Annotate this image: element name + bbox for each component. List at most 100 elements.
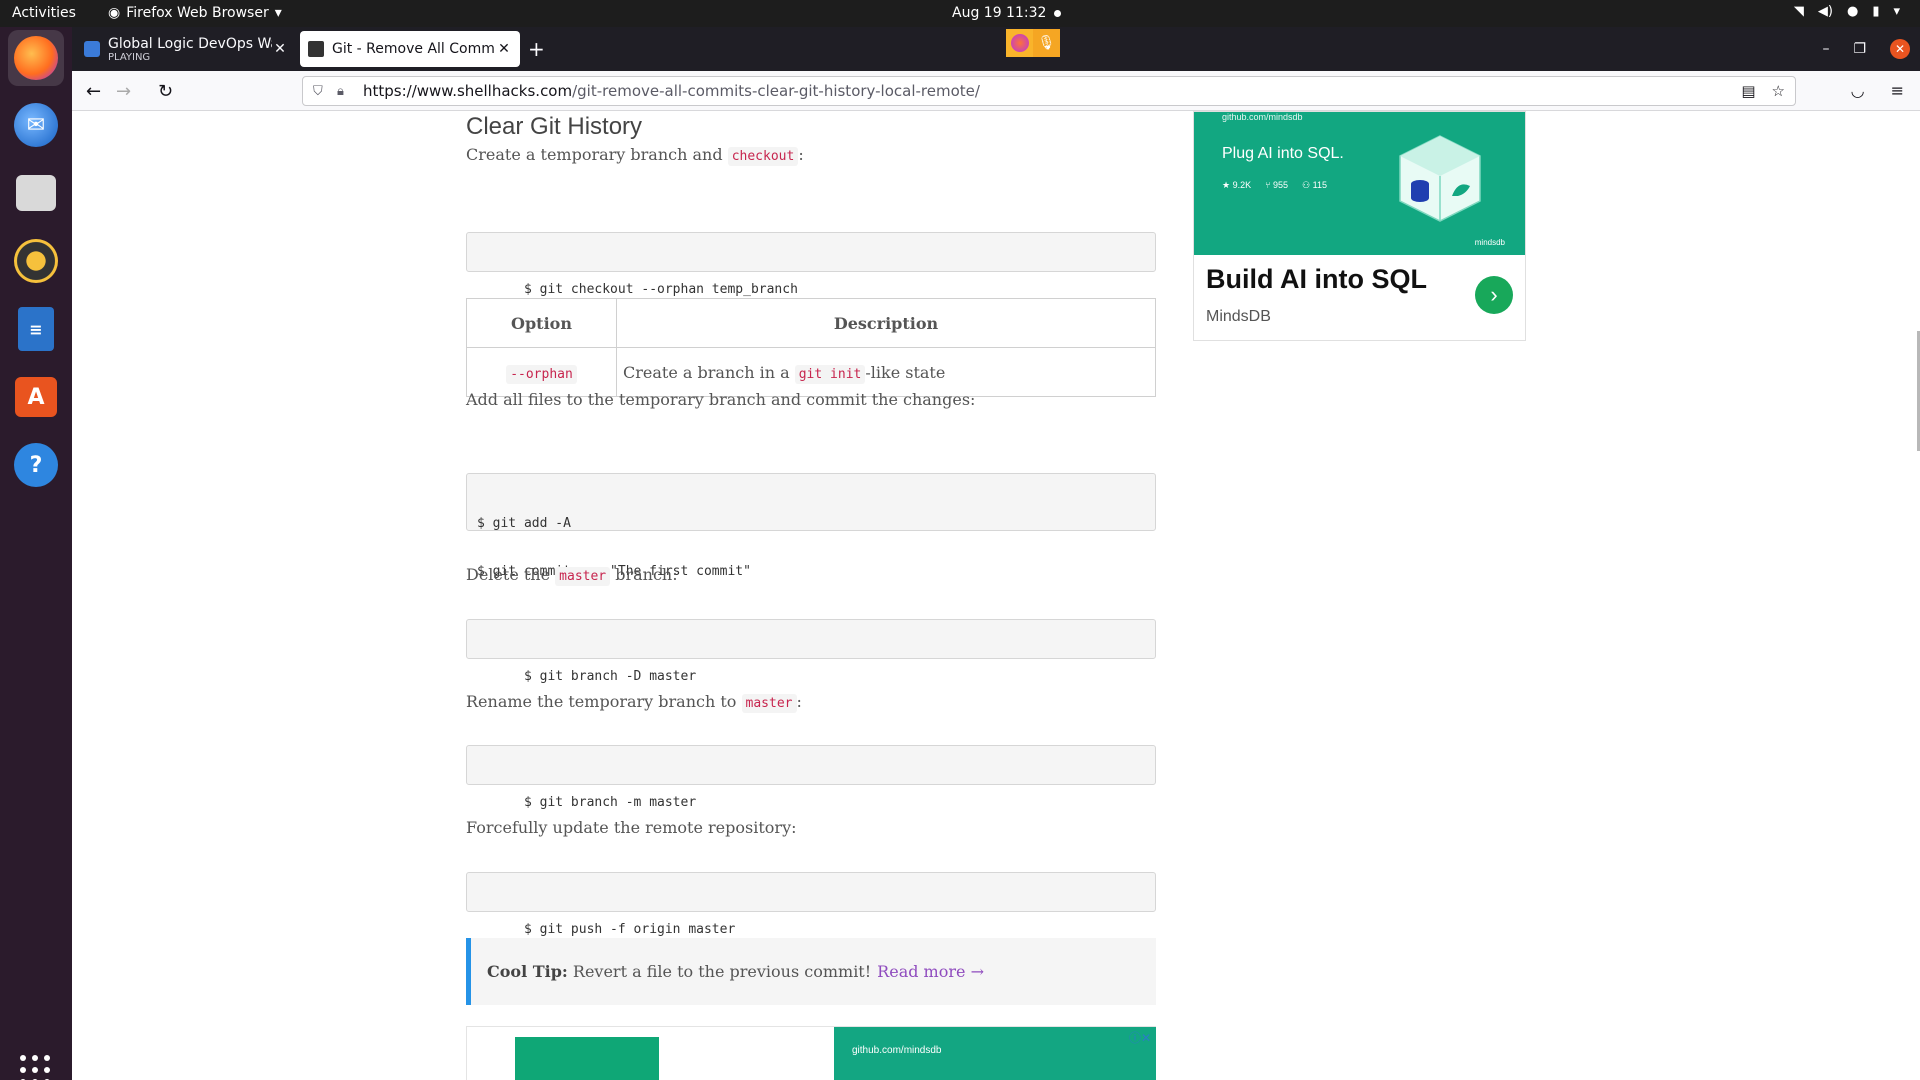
dock-writer[interactable]: ≡ bbox=[8, 301, 64, 357]
chevron-right-icon[interactable]: › bbox=[1475, 276, 1513, 314]
text: : bbox=[796, 692, 802, 711]
option-code: --orphan bbox=[506, 364, 577, 384]
new-tab-button[interactable]: + bbox=[528, 37, 545, 61]
tab-git-remove[interactable]: Git - Remove All Commits ✕ bbox=[300, 31, 520, 67]
tab-title: Global Logic DevOps Wa bbox=[108, 35, 272, 52]
audio-playing-icon bbox=[84, 41, 100, 57]
app-menu[interactable]: ◉ Firefox Web Browser ▾ bbox=[108, 5, 282, 21]
text: Delete the bbox=[466, 565, 551, 584]
dock-firefox[interactable] bbox=[8, 30, 64, 86]
shellhacks-favicon bbox=[308, 41, 324, 57]
page-viewport: Clear Git History Create a temporary bra… bbox=[72, 111, 1920, 1080]
url-bar[interactable]: ⛉ 🔒︎ https://www.shellhacks.com/git-remo… bbox=[302, 76, 1796, 106]
sidebar-ad[interactable]: github.com/mindsdb Plug AI into SQL. ★ 9… bbox=[1193, 111, 1526, 341]
hamburger-menu-icon[interactable]: ≡ bbox=[1891, 81, 1904, 100]
read-more-link[interactable]: Read more → bbox=[877, 962, 984, 981]
cool-tip-box: Cool Tip: Revert a file to the previous … bbox=[466, 938, 1156, 1005]
help-icon: ? bbox=[14, 443, 58, 487]
reload-icon[interactable]: ↻ bbox=[158, 81, 173, 102]
section-heading: Clear Git History bbox=[466, 113, 643, 140]
volume-icon: ◀) bbox=[1817, 4, 1833, 19]
close-window-icon[interactable]: ✕ bbox=[1890, 39, 1910, 59]
ad-source: github.com/mindsdb bbox=[852, 1045, 942, 1056]
ad-brand: MindsDB bbox=[1206, 308, 1271, 325]
text: branch: bbox=[615, 565, 678, 584]
fork-stat: ⑂ 955 bbox=[1265, 180, 1289, 190]
code-line: $ git branch -D master bbox=[523, 669, 697, 684]
dock-help[interactable]: ? bbox=[8, 437, 64, 493]
firefox-small-icon: ◉ bbox=[108, 5, 121, 21]
rhythmbox-icon bbox=[14, 239, 58, 283]
url-host: https://www.shellhacks.com bbox=[363, 82, 573, 100]
system-tray[interactable]: ◥ ◀) ● ▮ ▾ bbox=[1794, 4, 1900, 19]
show-applications-icon[interactable] bbox=[20, 1055, 52, 1080]
pocket-icon[interactable]: ◡ bbox=[1851, 81, 1865, 100]
options-table: Option Description --orphan Create a bra… bbox=[466, 298, 1156, 397]
code-block[interactable]: $ git checkout --orphan temp_branch bbox=[466, 232, 1156, 297]
inline-code: checkout bbox=[727, 147, 799, 166]
tip-label: Cool Tip: bbox=[487, 962, 568, 981]
paragraph-add-files: Add all files to the temporary branch an… bbox=[466, 390, 976, 409]
thunderbird-icon: ✉ bbox=[14, 103, 58, 147]
power-menu-icon: ▾ bbox=[1893, 4, 1900, 19]
code-block[interactable]: $ git branch -m master bbox=[466, 745, 1156, 810]
back-icon[interactable]: ← bbox=[86, 81, 101, 102]
text: Create a branch in a bbox=[623, 362, 790, 382]
wifi-icon: ◥ bbox=[1793, 4, 1804, 19]
clock[interactable]: Aug 19 11:32 bbox=[952, 5, 1046, 21]
paragraph-force-push: Forcefully update the remote repository: bbox=[466, 818, 797, 837]
activities-button[interactable]: Activities bbox=[12, 5, 76, 21]
app-menu-label: Firefox Web Browser bbox=[126, 5, 269, 21]
microphone-sharing-icon: 🎙 bbox=[1033, 29, 1060, 57]
firefox-sharing-icon bbox=[1006, 29, 1033, 57]
code-line: $ git add -A bbox=[477, 516, 571, 531]
battery-icon: ▮ bbox=[1872, 4, 1880, 19]
tab-title: Git - Remove All Commits bbox=[332, 41, 496, 57]
forward-icon[interactable]: → bbox=[116, 81, 131, 102]
code-line: $ git branch -m master bbox=[523, 795, 697, 810]
database-cube-icon bbox=[1399, 135, 1481, 222]
dock: ✉ ≡ A ? bbox=[0, 27, 72, 1080]
dock-files[interactable] bbox=[8, 165, 64, 221]
dock-rhythmbox[interactable] bbox=[8, 233, 64, 289]
maximize-icon[interactable]: ❐ bbox=[1853, 41, 1866, 57]
minimize-icon[interactable]: – bbox=[1822, 41, 1829, 57]
ad-tagline: Plug AI into SQL. bbox=[1222, 145, 1344, 162]
bottom-ad[interactable]: github.com/mindsdb ⓘ✕ bbox=[466, 1026, 1156, 1080]
mindsdb-logo: mindsdb bbox=[1474, 238, 1505, 247]
ad-banner[interactable]: github.com/mindsdb Plug AI into SQL. ★ 9… bbox=[1194, 112, 1525, 255]
reader-view-icon[interactable]: ▤ bbox=[1741, 82, 1755, 100]
inline-code: master bbox=[741, 694, 797, 713]
ad-banner[interactable]: github.com/mindsdb bbox=[834, 1027, 1156, 1080]
url-text[interactable]: https://www.shellhacks.com/git-remove-al… bbox=[363, 82, 980, 100]
code-line: $ git checkout --orphan temp_branch bbox=[523, 282, 798, 297]
code-line: $ git push -f origin master bbox=[523, 922, 736, 937]
table-header-option: Option bbox=[466, 298, 617, 348]
paragraph-rename-branch: Rename the temporary branch to master: bbox=[466, 692, 802, 713]
close-tab-icon[interactable]: ✕ bbox=[496, 41, 512, 57]
inline-code: git init bbox=[794, 364, 866, 384]
dock-software[interactable]: A bbox=[8, 369, 64, 425]
star-stat: ★ 9.2K bbox=[1222, 180, 1252, 190]
sharing-indicator[interactable]: 🎙 bbox=[1006, 29, 1060, 57]
bookmark-star-icon[interactable]: ☆ bbox=[1772, 82, 1785, 100]
text: -like state bbox=[865, 362, 946, 382]
tab-bar: Global Logic DevOps Wa PLAYING ✕ Git - R… bbox=[72, 27, 1920, 71]
inline-code: master bbox=[555, 567, 611, 586]
notification-dot bbox=[1054, 10, 1061, 17]
text: Rename the temporary branch to bbox=[466, 692, 737, 711]
files-icon bbox=[16, 175, 56, 211]
tab-global-logic[interactable]: Global Logic DevOps Wa PLAYING ✕ bbox=[76, 31, 296, 67]
text: : bbox=[798, 145, 804, 164]
close-tab-icon[interactable]: ✕ bbox=[272, 41, 288, 57]
code-block[interactable]: $ git branch -D master bbox=[466, 619, 1156, 684]
code-block[interactable]: $ git add -A $ git commit -am "The first… bbox=[466, 473, 1156, 579]
window-controls: – ❐ ✕ bbox=[1822, 27, 1920, 71]
code-block[interactable]: $ git push -f origin master bbox=[466, 872, 1156, 937]
tracking-shield-icon[interactable]: ⛉ bbox=[313, 84, 329, 99]
lock-icon[interactable]: 🔒︎ bbox=[337, 84, 353, 99]
ad-close-icon[interactable]: ⓘ✕ bbox=[1129, 1029, 1151, 1046]
paragraph-create-branch: Create a temporary branch and checkout: bbox=[466, 145, 804, 166]
dock-thunderbird[interactable]: ✉ bbox=[8, 97, 64, 153]
ad-image bbox=[515, 1037, 659, 1080]
